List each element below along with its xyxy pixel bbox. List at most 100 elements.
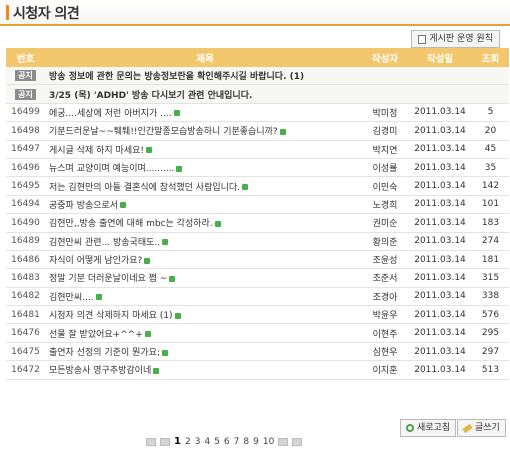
page-link[interactable]: 9	[253, 437, 259, 447]
post-author: 조준서	[362, 268, 408, 288]
post-subject-cell: 게시글 삭제 하지 마세요!	[45, 140, 362, 159]
post-views: 142	[472, 176, 509, 196]
post-list: 공지 방송 정보에 관한 문의는 방송정보란을 확인해주시길 바랍니다. (1) 공…	[6, 67, 509, 380]
post-table: 번호 제목 작성자 작성일 조회 공지 방송 정보에 관한 문의는 방송정보란을 …	[6, 48, 509, 380]
title-accent	[6, 5, 9, 20]
post-title-link[interactable]: 자식이 어떻게 남인가요?	[49, 256, 142, 266]
write-button[interactable]: 글쓰기	[457, 419, 506, 437]
page-link[interactable]: 7	[234, 437, 240, 447]
post-title-link[interactable]: 뉴스며 교양이며 예능이며..........	[49, 164, 174, 174]
post-author: 권미순	[362, 213, 408, 233]
post-views: 45	[472, 140, 509, 159]
notice-badge: 공지	[15, 70, 36, 82]
page-title: 시청자 의견	[13, 6, 80, 22]
col-header-subject: 제목	[45, 48, 362, 67]
refresh-icon	[406, 424, 414, 432]
notice-title-link[interactable]: 3/25 (목) 'ADHD' 방송 다시보기 관련 안내입니다.	[45, 84, 509, 104]
post-subject-cell: 에궁....세상에 저런 아버지가 ....	[45, 103, 362, 123]
post-number: 16499	[6, 103, 45, 123]
refresh-button[interactable]: 새로고침	[400, 419, 457, 437]
post-subject-cell: 김현만씨 관련... 방송국태도..	[45, 232, 362, 251]
post-title-link[interactable]: 김현만씨....	[49, 293, 94, 303]
first-page-icon[interactable]	[146, 437, 156, 446]
post-author: 심현우	[362, 342, 408, 362]
table-row: 16496 뉴스며 교양이며 예능이며.......... 이성률 2011.03.1…	[6, 158, 509, 178]
post-title-link[interactable]: 게시글 삭제 하지 마세요!	[49, 146, 144, 156]
post-author: 조경아	[362, 287, 408, 307]
board-rules-button[interactable]: 게시판 운영 원칙	[411, 30, 500, 48]
new-post-icon	[146, 147, 152, 154]
notice-badge-cell: 공지	[6, 84, 45, 104]
post-author: 박미정	[362, 103, 408, 123]
page-link[interactable]: 8	[243, 437, 249, 447]
new-post-icon	[161, 349, 168, 356]
post-title-link[interactable]: 에궁....세상에 저런 아버지가 ....	[49, 109, 172, 119]
title-divider	[0, 24, 510, 26]
last-page-icon[interactable]	[292, 437, 303, 446]
post-subject-cell: 뉴스며 교양이며 예능이며..........	[45, 158, 362, 178]
post-title-link[interactable]: 모든방송사 영구추방감이네	[49, 366, 151, 376]
post-date: 2011.03.14	[408, 305, 472, 325]
post-author: 황의준	[362, 232, 408, 251]
board-rules-label: 게시판 운영 원칙	[429, 34, 493, 44]
post-number: 16482	[6, 287, 45, 307]
post-subject-cell: 출연자 선정의 기준이 뭔가요;	[45, 342, 362, 362]
pagination: 1 2 3 4 5 6 7 8 9 10	[146, 436, 303, 447]
page-link[interactable]: 5	[214, 437, 220, 447]
new-post-icon	[120, 202, 127, 209]
post-subject-cell: 김현만씨....	[45, 287, 362, 307]
post-subject-cell: 정말 기분 더러운날이네요 쩝 ~	[45, 268, 362, 288]
notice-badge-cell: 공지	[6, 67, 45, 86]
notice-row: 공지 방송 정보에 관한 문의는 방송정보란을 확인해주시길 바랍니다. (1)	[6, 67, 509, 86]
post-views: 513	[472, 360, 509, 380]
post-title-link[interactable]: 김현만,,방송 출연에 대해 mbc는 각성하라.	[49, 219, 213, 229]
post-date: 2011.03.14	[408, 158, 472, 178]
post-date: 2011.03.14	[408, 140, 472, 159]
notice-title-link[interactable]: 방송 정보에 관한 문의는 방송정보란을 확인해주시길 바랍니다. (1)	[45, 67, 509, 86]
post-views: 338	[472, 287, 509, 307]
table-row: 16476 선물 잘 받았어요+^^+ 이현주 2011.03.14 295	[6, 323, 509, 343]
page-link[interactable]: 1	[174, 436, 181, 447]
next-page-icon[interactable]	[278, 437, 289, 446]
col-header-author: 작성자	[362, 48, 408, 67]
page-link[interactable]: 4	[204, 437, 210, 447]
title-bar: 시청자 의견	[0, 0, 510, 24]
page-link[interactable]: 2	[185, 437, 191, 447]
post-title-link[interactable]: 저는 김현만의 아들 결혼식에 참석했던 사람입니다.	[49, 183, 240, 193]
post-title-link[interactable]: 시청자 의견 삭제하지 마세요 (1)	[49, 311, 173, 321]
post-number: 16497	[6, 140, 45, 159]
post-views: 5	[472, 103, 509, 123]
post-date: 2011.03.14	[408, 342, 472, 362]
post-title-link[interactable]: 기분드러운날~~퉤퉤!!인간말종모습방송하니 기분좋습니까?	[49, 127, 278, 137]
post-number: 16486	[6, 250, 45, 270]
table-row: 16486 자식이 어떻게 남인가요? 조윤성 2011.03.14 181	[6, 250, 509, 270]
post-title-link[interactable]: 정말 기분 더러운날이네요 쩝 ~	[49, 274, 167, 284]
new-post-icon	[174, 312, 181, 319]
table-header-row: 번호 제목 작성자 작성일 조회	[6, 48, 509, 67]
page-link[interactable]: 10	[263, 437, 274, 447]
page-link[interactable]: 3	[195, 437, 201, 447]
post-date: 2011.03.14	[408, 213, 472, 233]
post-views: 35	[472, 158, 509, 178]
table-row: 16482 김현만씨.... 조경아 2011.03.14 338	[6, 287, 509, 307]
post-date: 2011.03.14	[408, 232, 472, 251]
page-link[interactable]: 6	[224, 437, 230, 447]
post-number: 16489	[6, 232, 45, 251]
table-row: 16499 에궁....세상에 저런 아버지가 .... 박미정 2011.03.14…	[6, 103, 509, 123]
new-post-icon	[144, 257, 151, 264]
prev-page-icon[interactable]	[160, 437, 170, 446]
new-post-icon	[242, 184, 249, 191]
post-title-link[interactable]: 공중파 방송으로서	[49, 201, 118, 211]
post-number: 16476	[6, 323, 45, 343]
notice-row: 공지 3/25 (목) 'ADHD' 방송 다시보기 관련 안내입니다.	[6, 84, 509, 104]
post-date: 2011.03.14	[408, 250, 472, 270]
post-date: 2011.03.14	[408, 287, 472, 307]
post-subject-cell: 자식이 어떻게 남인가요?	[45, 250, 362, 270]
table-row: 16489 김현만씨 관련... 방송국태도.. 황의준 2011.03.14 274	[6, 232, 509, 251]
table-row: 16481 시청자 의견 삭제하지 마세요 (1) 박윤우 2011.03.14 576	[6, 305, 509, 325]
col-header-no: 번호	[6, 48, 45, 67]
post-author: 노경희	[362, 195, 408, 215]
post-title-link[interactable]: 출연자 선정의 기준이 뭔가요;	[49, 348, 160, 358]
post-title-link[interactable]: 김현만씨 관련... 방송국태도..	[49, 238, 160, 248]
post-title-link[interactable]: 선물 잘 받았어요+^^+	[49, 330, 143, 340]
